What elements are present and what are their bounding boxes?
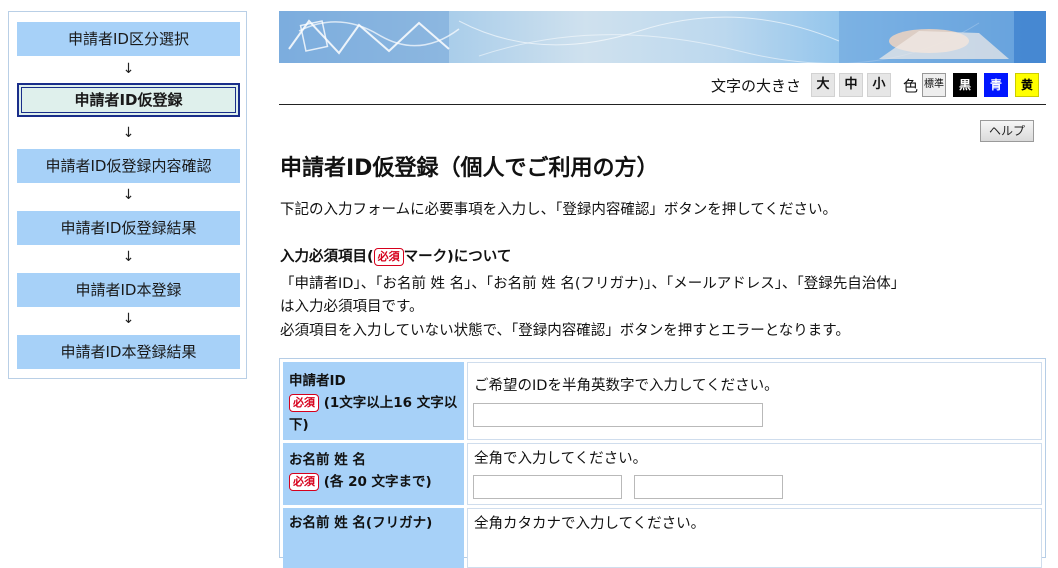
color-label: 色	[902, 76, 918, 95]
step-navigation: 申請者ID区分選択 ↓ 申請者ID仮登録 ↓ 申請者ID仮登録内容確認 ↓ 申請…	[8, 11, 247, 379]
help-button[interactable]: ヘルプ	[980, 120, 1034, 142]
step-arrow: ↓	[122, 187, 135, 203]
step-arrow: ↓	[122, 61, 135, 77]
applicant-id-hint: ご希望のIDを半角英数字で入力してください。	[474, 378, 779, 394]
color-blue-button[interactable]: 青	[984, 73, 1008, 97]
last-name-input[interactable]	[473, 475, 622, 499]
name-kana-hint: 全角カタカナで入力してください。	[474, 516, 706, 532]
name-kana-cell: 全角カタカナで入力してください。	[467, 508, 1042, 568]
applicant-id-input[interactable]	[473, 403, 763, 427]
registration-form: 申請者ID 必須 (1文字以上16 文字以下) ご希望のIDを半角英数字で入力し…	[279, 358, 1046, 568]
required-note-line3: 必須項目を入力していない状態で、「登録内容確認」ボタンを押すとエラーとなります。	[280, 323, 850, 339]
text-size-small-button[interactable]: 小	[866, 73, 891, 97]
applicant-id-header: 申請者ID 必須 (1文字以上16 文字以下)	[283, 362, 464, 440]
page-title: 申請者ID仮登録（個人でご利用の方）	[280, 156, 659, 181]
header-divider	[279, 104, 1046, 105]
required-note-heading-pre: 入力必須項目(	[280, 249, 374, 265]
color-yellow-button[interactable]: 黄	[1015, 73, 1039, 97]
banner-decoration	[279, 11, 1046, 63]
step-full-registration-result: 申請者ID本登録結果	[17, 335, 240, 369]
name-requirement: 必須 (各 20 文字まで)	[289, 471, 458, 493]
step-full-registration: 申請者ID本登録	[17, 273, 240, 307]
step-id-type-selection: 申請者ID区分選択	[17, 22, 240, 56]
applicant-id-cell: ご希望のIDを半角英数字で入力してください。	[467, 362, 1042, 440]
header-banner	[279, 11, 1046, 63]
name-header: お名前 姓 名 必須 (各 20 文字まで)	[283, 443, 464, 505]
required-note-heading-post: マーク)について	[403, 249, 512, 265]
applicant-id-label: 申請者ID	[289, 373, 346, 389]
text-size-large-button[interactable]: 大	[810, 73, 835, 97]
first-name-input[interactable]	[634, 475, 783, 499]
intro-text: 下記の入力フォームに必要事項を入力し、「登録内容確認」ボタンを押してください。	[280, 202, 837, 218]
text-size-medium-button[interactable]: 中	[838, 73, 863, 97]
required-badge: 必須	[289, 394, 319, 412]
step-arrow: ↓	[122, 249, 135, 265]
required-note-line1: 「申請者ID」、「お名前 姓 名」、「お名前 姓 名(フリガナ)」、「メールアド…	[280, 276, 906, 292]
name-kana-label: お名前 姓 名(フリガナ)	[289, 515, 433, 531]
name-hint: 全角で入力してください。	[474, 451, 648, 467]
step-arrow: ↓	[122, 311, 135, 327]
required-badge: 必須	[373, 248, 404, 266]
step-temp-registration-confirm: 申請者ID仮登録内容確認	[17, 149, 240, 183]
required-badge: 必須	[289, 473, 319, 491]
step-temp-registration-current: 申請者ID仮登録	[17, 83, 240, 117]
name-label: お名前 姓 名	[289, 452, 366, 468]
step-temp-registration-result: 申請者ID仮登録結果	[17, 211, 240, 245]
step-arrow: ↓	[122, 125, 135, 141]
name-length-note: (各 20 文字まで)	[323, 474, 432, 490]
name-kana-header: お名前 姓 名(フリガナ)	[283, 508, 464, 568]
form-row-name: お名前 姓 名 必須 (各 20 文字まで) 全角で入力してください。	[283, 443, 1042, 505]
form-row-name-kana: お名前 姓 名(フリガナ) 全角カタカナで入力してください。	[283, 508, 1042, 568]
required-note-heading: 入力必須項目(必須 マーク)について	[280, 246, 511, 268]
display-controls: 文字の大きさ 大 中 小 色 標準 黒 青 黄	[711, 72, 1039, 98]
applicant-id-requirement: 必須 (1文字以上16 文字以下)	[289, 392, 458, 436]
color-black-button[interactable]: 黒	[953, 73, 977, 97]
required-note-line2: は入力必須項目です。	[280, 299, 424, 315]
text-size-label: 文字の大きさ	[710, 76, 801, 95]
form-row-applicant-id: 申請者ID 必須 (1文字以上16 文字以下) ご希望のIDを半角英数字で入力し…	[283, 362, 1042, 440]
color-standard-button[interactable]: 標準	[922, 73, 946, 97]
